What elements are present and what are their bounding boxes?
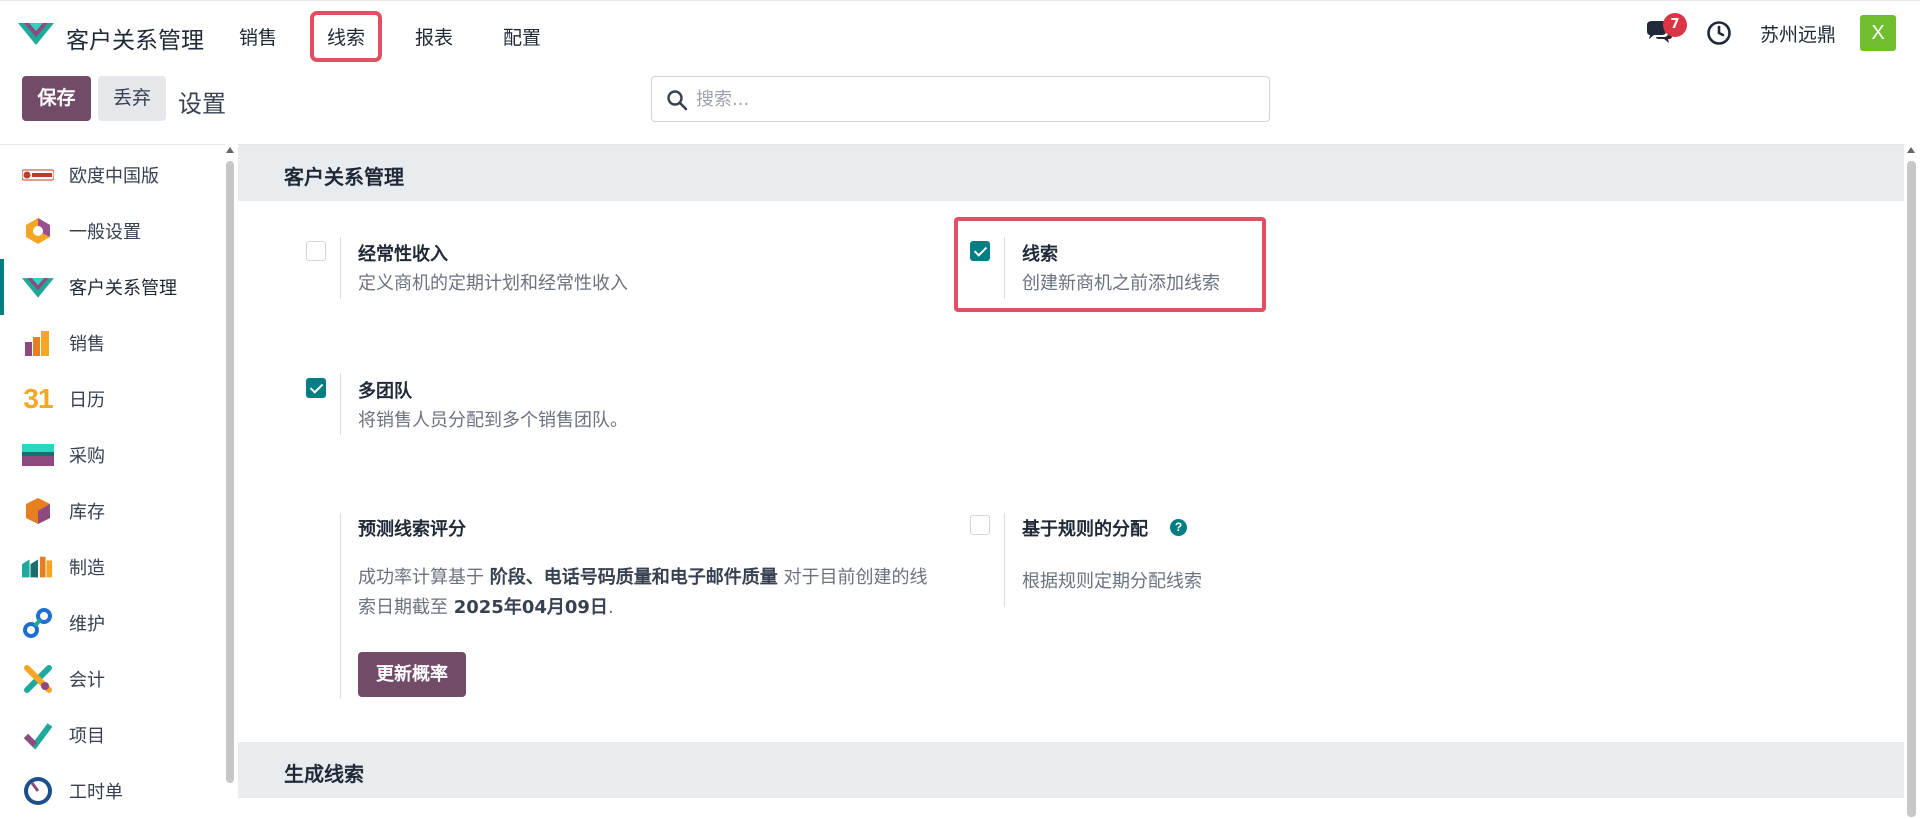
leads-checkbox[interactable] bbox=[970, 241, 990, 261]
sidebar-item-label: 客户关系管理 bbox=[69, 278, 177, 299]
sidebar-item-label: 工时单 bbox=[69, 782, 123, 803]
divider bbox=[1004, 513, 1005, 607]
crm-logo-icon bbox=[18, 23, 54, 45]
sidebar-item-label: 制造 bbox=[69, 558, 105, 579]
sidebar-item-label: 一般设置 bbox=[69, 222, 141, 243]
sidebar-item-label: 销售 bbox=[69, 334, 105, 355]
divider bbox=[340, 513, 341, 698]
settings-sidebar: 欧度中国版 一般设置 客户关系管理 销售 31 日历 采购 库存 制造 维护 会… bbox=[0, 144, 226, 817]
user-avatar[interactable]: X bbox=[1860, 15, 1896, 51]
setting-description: 将销售人员分配到多个销售团队。 bbox=[358, 410, 628, 431]
scroll-up-arrow-icon[interactable] bbox=[226, 147, 234, 153]
sidebar-item-general-settings[interactable]: 一般设置 bbox=[0, 203, 222, 259]
divider bbox=[340, 373, 341, 435]
notification-badge: 7 bbox=[1662, 13, 1687, 37]
setting-description: 定义商机的定期计划和经常性收入 bbox=[358, 273, 628, 294]
clock-icon[interactable] bbox=[1706, 20, 1732, 46]
app-title[interactable]: 客户关系管理 bbox=[66, 21, 204, 55]
recurring-revenue-checkbox[interactable] bbox=[306, 241, 326, 261]
sales-icon bbox=[22, 327, 54, 359]
rule-based-assignment-checkbox[interactable] bbox=[970, 515, 990, 535]
sidebar-item-project[interactable]: 项目 bbox=[0, 707, 222, 763]
purchase-icon bbox=[22, 439, 54, 471]
crm-icon bbox=[22, 271, 54, 303]
sidebar-item-sales[interactable]: 销售 bbox=[0, 315, 222, 371]
multi-teams-checkbox[interactable] bbox=[306, 378, 326, 398]
sidebar-item-purchase[interactable]: 采购 bbox=[0, 427, 222, 483]
search-input[interactable] bbox=[696, 85, 1256, 113]
sidebar-item-label: 欧度中国版 bbox=[69, 166, 159, 187]
section-header-crm: 客户关系管理 bbox=[238, 145, 1904, 201]
setting-title: 经常性收入 bbox=[358, 244, 448, 265]
systray: 7 苏州远鼎 X bbox=[1644, 13, 1896, 51]
sidebar-item-maintenance[interactable]: 维护 bbox=[0, 595, 222, 651]
sidebar-item-label: 库存 bbox=[69, 502, 105, 523]
manufacturing-icon bbox=[22, 551, 54, 583]
discard-button[interactable]: 丢弃 bbox=[98, 76, 166, 121]
app-brand[interactable] bbox=[18, 19, 54, 47]
calendar-number: 31 bbox=[23, 383, 53, 414]
text-segment: 阶段、电话号码质量和电子邮件质量 bbox=[489, 567, 778, 588]
sidebar-item-label: 维护 bbox=[69, 614, 105, 635]
divider bbox=[1004, 237, 1005, 299]
settings-content: 客户关系管理 经常性收入 定义商机的定期计划和经常性收入 线索 创建新商机之前添… bbox=[238, 144, 1904, 817]
calendar-icon: 31 bbox=[22, 383, 54, 415]
search-icon bbox=[667, 90, 688, 111]
menu-configuration[interactable]: 配置 bbox=[494, 15, 550, 58]
section-header-lead-generation: 生成线索 bbox=[238, 742, 1904, 798]
general-settings-icon bbox=[22, 215, 54, 247]
predictive-description: 成功率计算基于 阶段、电话号码质量和电子邮件质量 对于目前创建的线索日期截至 2… bbox=[358, 563, 928, 623]
sidebar-item-accounting[interactable]: 会计 bbox=[0, 651, 222, 707]
help-icon[interactable]: ? bbox=[1170, 519, 1187, 536]
sidebar-item-crm[interactable]: 客户关系管理 bbox=[0, 259, 222, 315]
menu-reporting[interactable]: 报表 bbox=[406, 15, 462, 58]
company-switcher[interactable]: 苏州远鼎 bbox=[1760, 20, 1836, 47]
sidebar-item-label: 采购 bbox=[69, 446, 105, 467]
sidebar-item-manufacturing[interactable]: 制造 bbox=[0, 539, 222, 595]
sidebar-item-inventory[interactable]: 库存 bbox=[0, 483, 222, 539]
sidebar-item-timesheet[interactable]: 工时单 bbox=[0, 763, 222, 819]
menu-leads[interactable]: 线索 bbox=[310, 11, 383, 62]
sidebar-item-calendar[interactable]: 31 日历 bbox=[0, 371, 222, 427]
sidebar-scrollbar[interactable] bbox=[226, 147, 234, 787]
setting-title: 基于规则的分配 bbox=[1022, 519, 1148, 540]
maintenance-icon bbox=[22, 607, 54, 639]
top-navbar: 客户关系管理 销售 线索 报表 配置 7 苏州远鼎 X bbox=[0, 0, 1920, 66]
sidebar-item-label: 会计 bbox=[69, 670, 105, 691]
search-box[interactable] bbox=[651, 76, 1270, 122]
divider bbox=[340, 237, 341, 299]
setting-description: 根据规则定期分配线索 bbox=[1022, 571, 1202, 592]
section-title: 生成线索 bbox=[284, 762, 364, 786]
inventory-icon bbox=[22, 495, 54, 527]
project-icon bbox=[22, 719, 54, 751]
text-segment: 2025年04月09日 bbox=[453, 597, 608, 618]
text-segment: . bbox=[607, 597, 614, 618]
save-button[interactable]: 保存 bbox=[22, 76, 91, 121]
odoo-china-icon bbox=[22, 159, 54, 191]
top-menu: 销售 线索 报表 配置 bbox=[230, 11, 582, 62]
leads-highlight-box bbox=[954, 217, 1266, 312]
setting-title: 多团队 bbox=[358, 381, 412, 402]
setting-title: 线索 bbox=[1022, 244, 1058, 265]
setting-title: 预测线索评分 bbox=[358, 519, 466, 540]
section-title: 客户关系管理 bbox=[284, 165, 404, 189]
text-segment: 成功率计算基于 bbox=[358, 567, 490, 588]
messaging-button[interactable]: 7 bbox=[1644, 13, 1687, 49]
sidebar-item-odoo-china[interactable]: 欧度中国版 bbox=[0, 147, 222, 203]
sidebar-item-label: 日历 bbox=[69, 390, 105, 411]
timesheet-icon bbox=[22, 775, 54, 807]
content-scrollbar[interactable] bbox=[1907, 147, 1916, 817]
menu-sales[interactable]: 销售 bbox=[230, 15, 286, 58]
scroll-thumb[interactable] bbox=[1907, 161, 1916, 817]
page-title: 设置 bbox=[178, 90, 226, 118]
setting-description: 创建新商机之前添加线索 bbox=[1022, 273, 1220, 294]
accounting-icon bbox=[22, 663, 54, 695]
update-probabilities-button[interactable]: 更新概率 bbox=[358, 652, 466, 697]
sidebar-item-label: 项目 bbox=[69, 726, 105, 747]
scroll-up-arrow-icon[interactable] bbox=[1907, 147, 1915, 153]
scroll-thumb[interactable] bbox=[226, 161, 234, 783]
